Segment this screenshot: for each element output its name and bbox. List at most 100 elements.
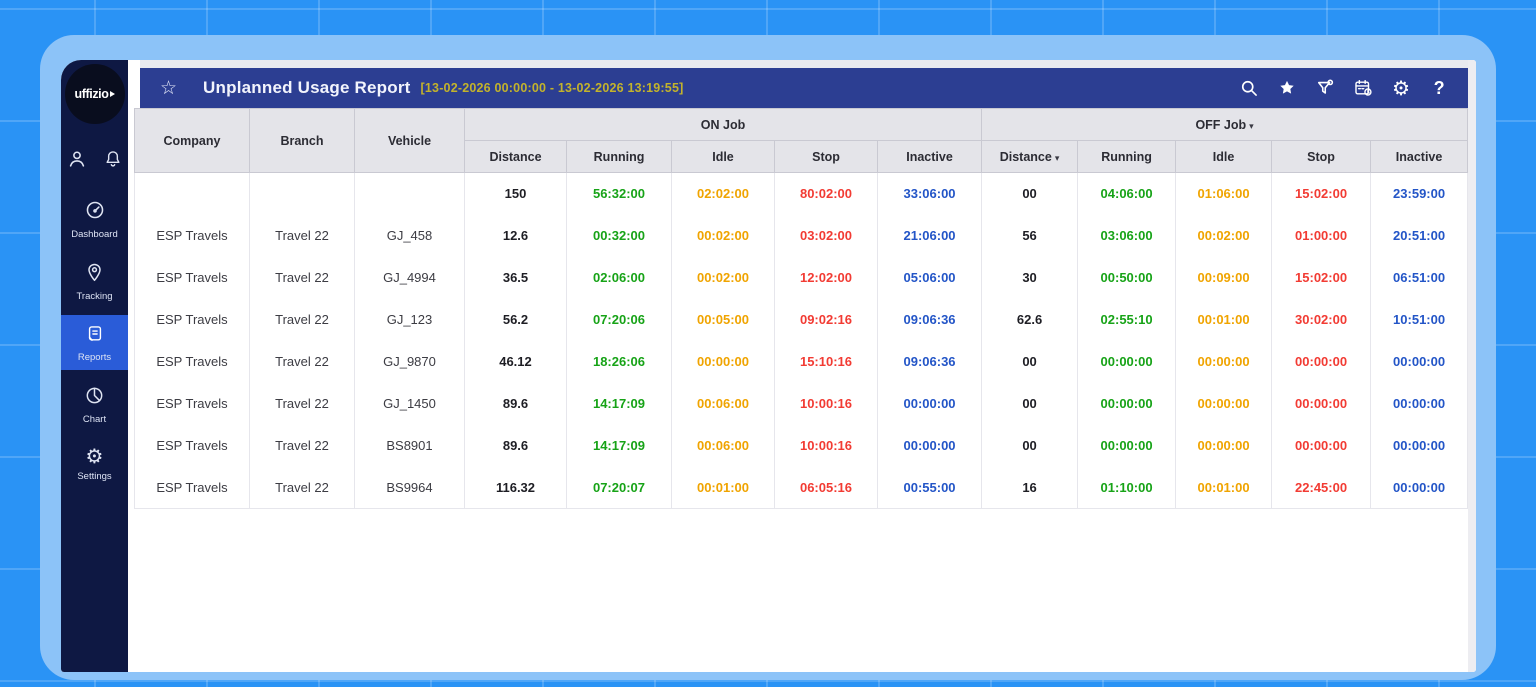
report-appbar: ☆ Unplanned Usage Report [13-02-2026 00:… [140, 68, 1469, 108]
group-header-on-job[interactable]: ON Job [463, 108, 983, 141]
cell-on-idle: 00:02:00 [671, 214, 775, 257]
cell-off-idle: 00:00:00 [1175, 340, 1273, 383]
cell-off-idle: 00:09:00 [1175, 256, 1273, 299]
favorite-star-outline-icon[interactable]: ☆ [160, 77, 177, 100]
cell-vehicle [354, 172, 465, 215]
column-header-off-distance[interactable]: Distance ▾ [981, 140, 1079, 173]
favorite-star-filled-icon[interactable] [1276, 77, 1298, 99]
filter-funnel-icon[interactable] [1314, 77, 1336, 99]
sidebar-item-label: Tracking [76, 291, 113, 302]
cell-off-idle: 00:02:00 [1175, 214, 1273, 257]
cell-off-distance: 00 [981, 424, 1079, 467]
cell-on-running: 07:20:07 [566, 466, 672, 509]
column-header-off-stop[interactable]: Stop [1271, 140, 1372, 173]
cell-on-stop: 15:10:16 [774, 340, 878, 383]
report-date-range: [13-02-2026 00:00:00 - 13-02-2026 13:19:… [420, 81, 684, 95]
settings-gear-icon[interactable]: ⚙ [1390, 77, 1412, 100]
cell-on-distance: 89.6 [464, 382, 567, 425]
logo-text: uffizio [74, 87, 109, 101]
cell-off-stop: 15:02:00 [1271, 256, 1372, 299]
cell-branch: Travel 22 [249, 298, 355, 341]
table-row: ESP Travels Travel 22 GJ_4994 36.5 02:06:00 0… [134, 256, 1469, 299]
cell-on-distance: 56.2 [464, 298, 567, 341]
logo-arrow-icon [109, 91, 115, 97]
cell-off-inactive: 00:00:00 [1370, 424, 1469, 467]
cell-on-distance: 89.6 [464, 424, 567, 467]
cell-vehicle: GJ_9870 [354, 340, 465, 383]
column-header-off-running[interactable]: Running [1077, 140, 1177, 173]
cell-on-running: 18:26:06 [566, 340, 672, 383]
column-header-off-idle[interactable]: Idle [1175, 140, 1273, 173]
cell-off-running: 00:00:00 [1077, 340, 1177, 383]
cell-on-running: 02:06:00 [566, 256, 672, 299]
cell-off-inactive: 10:51:00 [1370, 298, 1469, 341]
cell-off-idle: 00:01:00 [1175, 298, 1273, 341]
help-icon[interactable]: ? [1428, 77, 1450, 99]
cell-off-inactive: 20:51:00 [1370, 214, 1469, 257]
cell-on-stop: 10:00:16 [774, 424, 878, 467]
column-header-on-stop[interactable]: Stop [774, 140, 878, 173]
column-header-off-inactive[interactable]: Inactive [1370, 140, 1469, 173]
cell-on-inactive: 05:06:00 [877, 256, 983, 299]
right-gutter [1468, 60, 1476, 672]
cell-on-idle: 00:06:00 [671, 382, 775, 425]
cell-on-inactive: 09:06:36 [877, 340, 983, 383]
column-header-vehicle[interactable]: Vehicle [354, 108, 465, 173]
cell-on-inactive: 21:06:00 [877, 214, 983, 257]
sidebar: uffizio Dashboard Tracking Reports Chart… [61, 60, 128, 672]
column-header-on-distance[interactable]: Distance [464, 140, 567, 173]
cell-off-idle: 00:01:00 [1175, 466, 1273, 509]
sidebar-item-chart[interactable]: Chart [61, 376, 128, 432]
sidebar-item-settings[interactable]: ⚙ Settings [61, 438, 128, 489]
calendar-clock-icon[interactable] [1352, 77, 1374, 99]
tracking-pin-icon [84, 263, 105, 287]
sidebar-item-label: Reports [77, 352, 112, 363]
column-header-company[interactable]: Company [134, 108, 250, 173]
cell-off-distance: 00 [981, 340, 1079, 383]
cell-company: ESP Travels [134, 214, 250, 257]
report-table: Company Branch Vehicle ON Job OFF Job ▾ D… [134, 108, 1469, 509]
cell-company: ESP Travels [134, 256, 250, 299]
cell-branch: Travel 22 [249, 466, 355, 509]
column-header-on-inactive[interactable]: Inactive [876, 140, 983, 173]
group-header-off-job[interactable]: OFF Job ▾ [981, 108, 1469, 141]
column-header-branch[interactable]: Branch [249, 108, 355, 173]
cell-on-running: 00:32:00 [566, 214, 672, 257]
cell-off-stop: 30:02:00 [1271, 298, 1372, 341]
cell-off-idle: 00:00:00 [1175, 382, 1273, 425]
user-icon[interactable] [66, 148, 88, 170]
column-header-on-running[interactable]: Running [566, 140, 672, 173]
sidebar-item-label: Dashboard [71, 229, 118, 240]
top-strip [140, 60, 1469, 68]
cell-off-distance: 00 [981, 172, 1079, 215]
cell-on-inactive: 00:00:00 [877, 424, 983, 467]
chevron-down-icon: ▾ [1054, 152, 1060, 163]
cell-off-inactive: 00:00:00 [1370, 382, 1469, 425]
cell-on-distance: 150 [464, 172, 567, 215]
chevron-down-icon: ▾ [1249, 120, 1254, 131]
chart-pie-icon [84, 387, 105, 410]
sidebar-item-dashboard[interactable]: Dashboard [61, 190, 128, 247]
cell-vehicle: BS8901 [354, 424, 465, 467]
cell-company: ESP Travels [134, 424, 250, 467]
bell-icon[interactable] [102, 148, 124, 170]
column-header-on-idle[interactable]: Idle [671, 140, 775, 173]
cell-on-running: 07:20:06 [566, 298, 672, 341]
settings-gear-icon: ⚙ [85, 446, 104, 468]
empty-area [134, 509, 1469, 672]
cell-off-stop: 00:00:00 [1271, 424, 1372, 467]
cell-off-running: 00:00:00 [1077, 382, 1177, 425]
cell-off-stop: 01:00:00 [1271, 214, 1372, 257]
cell-off-stop: 22:45:00 [1271, 466, 1372, 509]
sidebar-item-reports[interactable]: Reports [61, 315, 128, 370]
table-row: ESP Travels Travel 22 GJ_458 12.6 00:32:00 00… [134, 214, 1469, 257]
cell-off-distance: 00 [981, 382, 1079, 425]
cell-on-stop: 12:02:00 [774, 256, 878, 299]
cell-off-running: 01:10:00 [1077, 466, 1177, 509]
cell-branch [249, 172, 355, 215]
sidebar-item-tracking[interactable]: Tracking [61, 253, 128, 309]
search-icon[interactable] [1238, 77, 1260, 99]
cell-off-stop: 00:00:00 [1271, 340, 1372, 383]
cell-company [134, 172, 250, 215]
cell-off-idle: 01:06:00 [1175, 172, 1273, 215]
